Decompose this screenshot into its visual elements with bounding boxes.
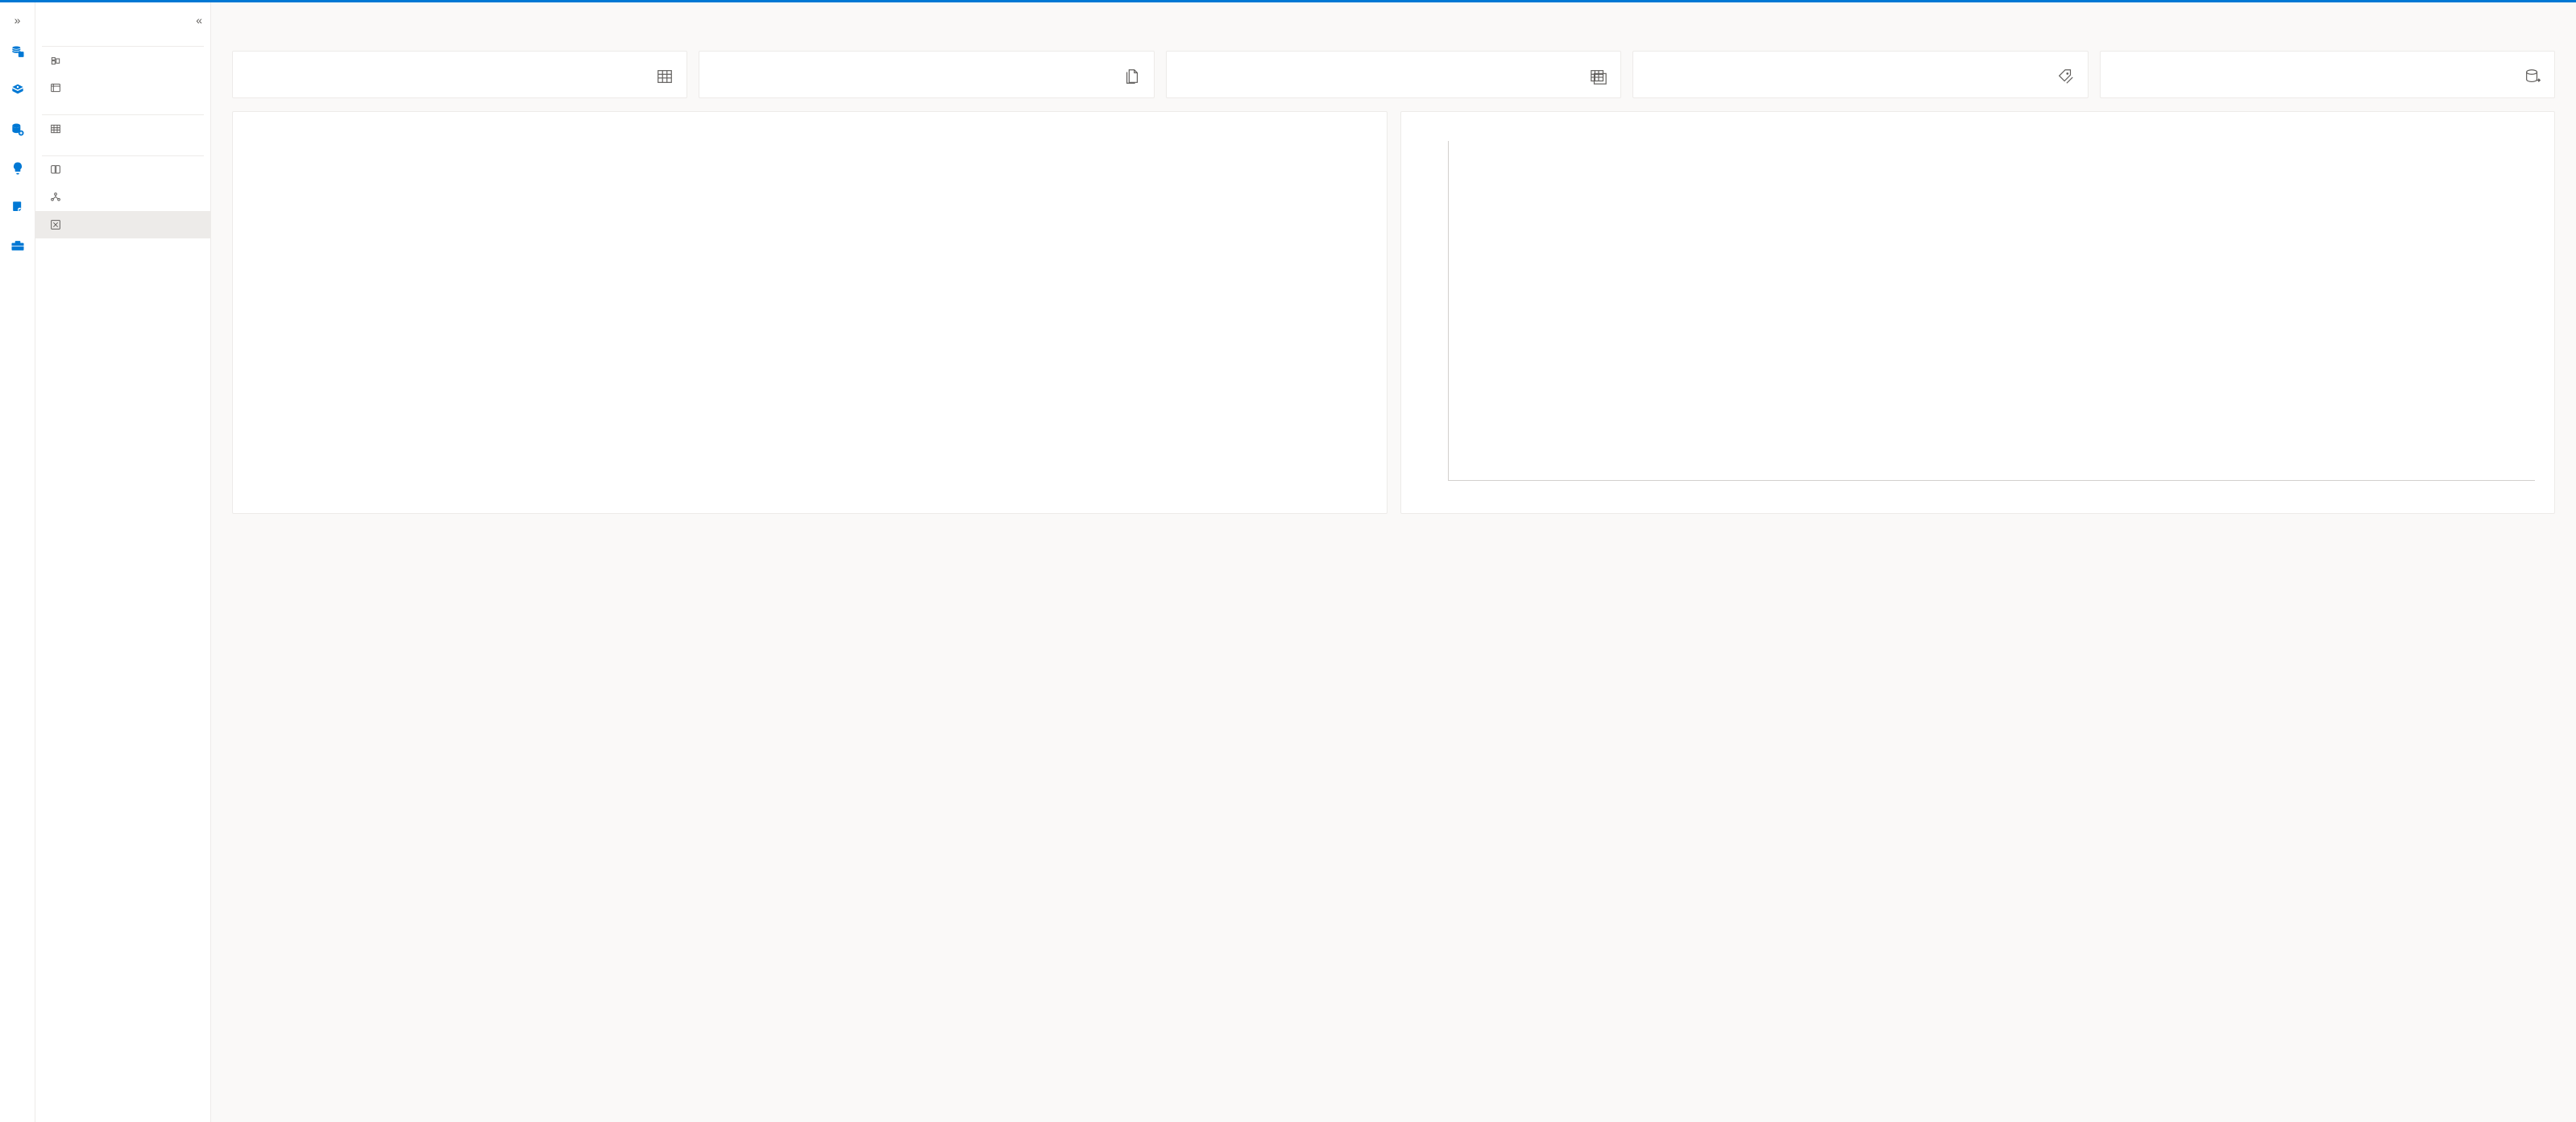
glossary-icon (48, 163, 63, 177)
toolbox-icon (10, 238, 26, 254)
classifications-icon (48, 190, 63, 205)
y-axis-title (1421, 141, 1424, 486)
sidebar: « (35, 2, 211, 1122)
sidebar-section-inventory (35, 101, 210, 111)
rail-expand-button[interactable]: » (0, 7, 35, 33)
sidebar-item-assets[interactable] (35, 115, 210, 143)
grid-icon (656, 68, 674, 88)
sidebar-item-classifications[interactable] (35, 184, 210, 211)
data-catalog-icon (10, 83, 26, 99)
tag-icon (2057, 68, 2075, 88)
kpi-sources-labeled[interactable] (2100, 51, 2555, 98)
source-icon (2524, 68, 2541, 88)
sidebar-collapse-button[interactable]: « (35, 7, 210, 33)
page-header (232, 17, 2555, 36)
kpi-files-labeled[interactable] (699, 51, 1154, 98)
panel-top-sources (232, 111, 1388, 514)
sidebar-item-sensitivity-labels[interactable] (35, 211, 210, 238)
rail-item-data-map[interactable] (3, 38, 32, 67)
main-content (211, 2, 2576, 1122)
kpi-row (232, 51, 2555, 98)
double-chevron-right-icon: » (15, 14, 21, 27)
sidebar-section-health (35, 33, 210, 43)
sidebar-item-catalog-adoption[interactable] (35, 74, 210, 101)
no-data-message (252, 141, 1367, 497)
rail-item-data-estate[interactable] (3, 115, 32, 144)
data-estate-icon (10, 122, 26, 138)
sensitivity-icon (48, 217, 63, 232)
panel-row (232, 111, 2555, 514)
rail-item-policy[interactable] (3, 193, 32, 222)
y-axis (1424, 141, 1448, 481)
data-map-icon (10, 44, 26, 60)
sidebar-section-curation (35, 143, 210, 152)
rail-item-insights[interactable] (3, 154, 32, 183)
rail-item-management[interactable] (3, 231, 32, 260)
bars-area (1448, 141, 2536, 481)
sidebar-item-glossary[interactable] (35, 156, 210, 184)
stewardship-icon (48, 53, 63, 68)
panel-top-labels (1400, 111, 2556, 514)
rail-item-data-catalog[interactable] (3, 77, 32, 106)
chart (1421, 141, 2536, 486)
kpi-tables-labeled[interactable] (1166, 51, 1621, 98)
lightbulb-icon (10, 160, 26, 176)
policy-icon (10, 199, 26, 215)
assets-icon (48, 122, 63, 136)
kpi-total-assets-labeled[interactable] (232, 51, 687, 98)
file-icon (1123, 68, 1141, 88)
table-icon (1590, 68, 1607, 88)
icon-rail: » (0, 2, 35, 1122)
kpi-unique-labels-found[interactable] (1632, 51, 2088, 98)
sidebar-item-data-stewardship[interactable] (35, 47, 210, 74)
double-chevron-left-icon: « (196, 14, 202, 27)
catalog-icon (48, 81, 63, 95)
